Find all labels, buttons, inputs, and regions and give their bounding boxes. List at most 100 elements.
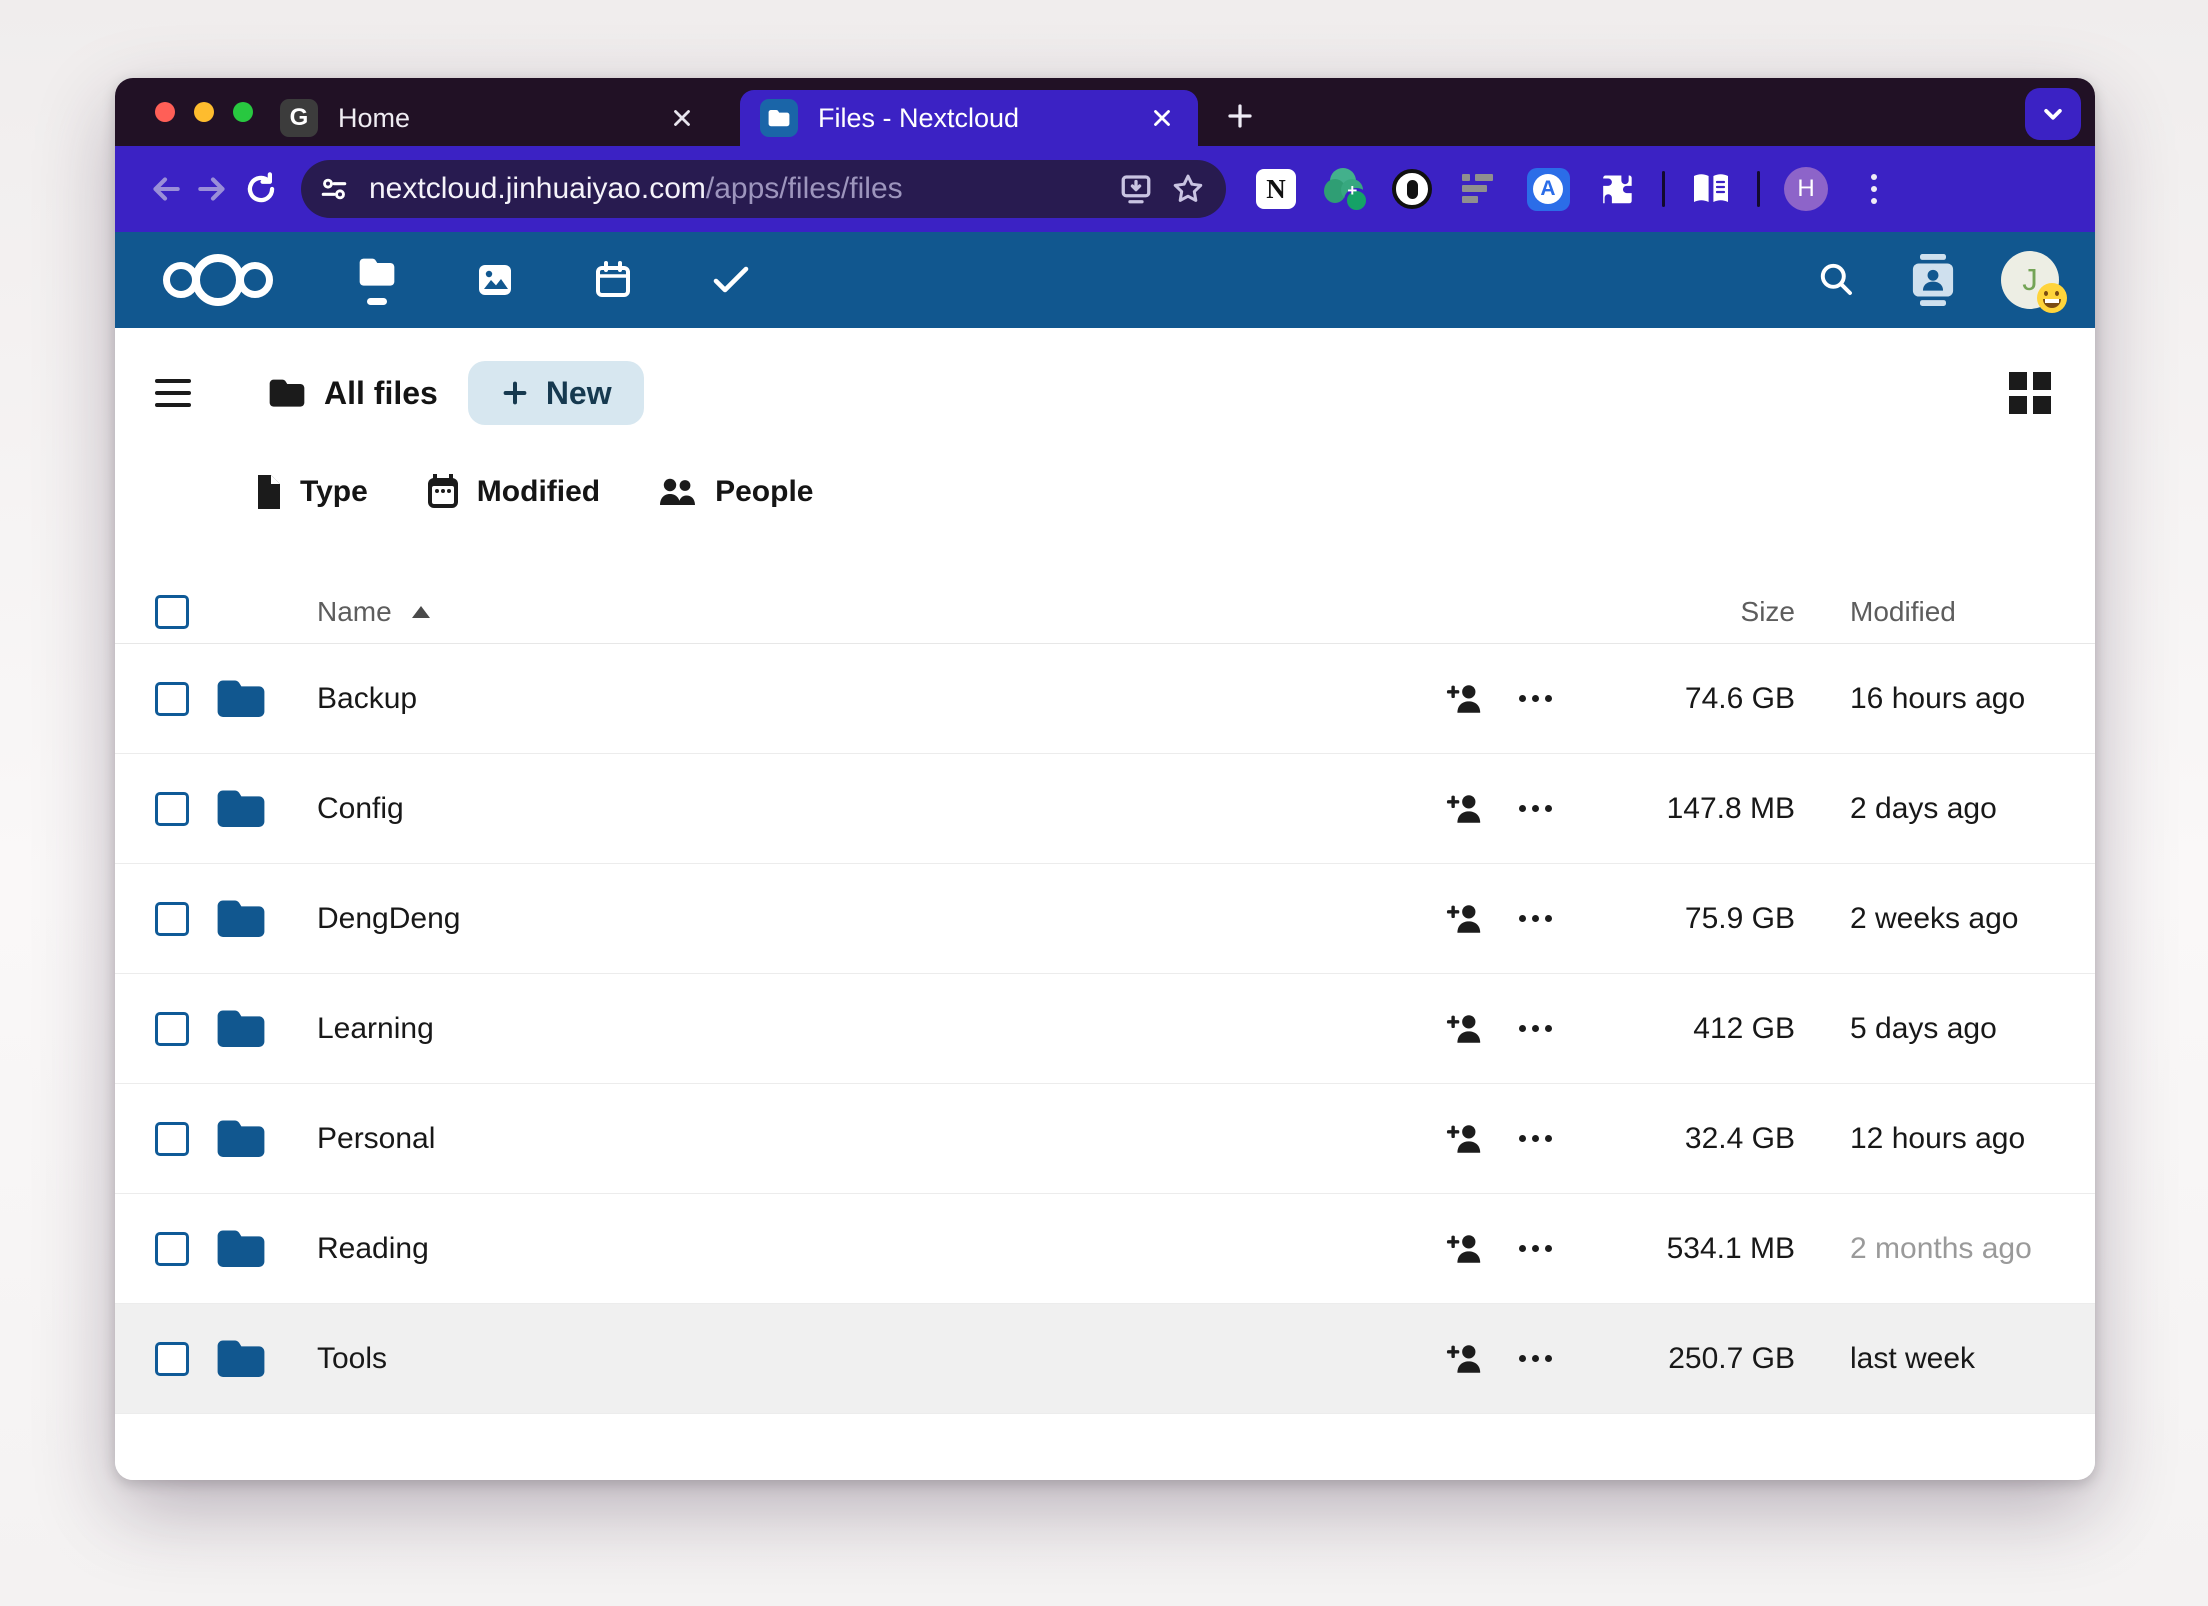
more-actions-icon[interactable] bbox=[1505, 669, 1565, 729]
files-app-content: All files New Type Modified People bbox=[115, 328, 2095, 1480]
app-files-icon[interactable] bbox=[349, 238, 405, 322]
column-header-modified[interactable]: Modified bbox=[1850, 596, 2055, 628]
column-header-size[interactable]: Size bbox=[1590, 596, 1795, 628]
install-app-icon[interactable] bbox=[1114, 167, 1158, 211]
user-avatar[interactable]: J bbox=[2001, 251, 2059, 309]
file-row[interactable]: Tools 250.7 GB last week bbox=[115, 1304, 2095, 1414]
more-actions-icon[interactable] bbox=[1505, 1329, 1565, 1389]
reading-list-icon[interactable] bbox=[1689, 167, 1733, 211]
more-actions-icon[interactable] bbox=[1505, 999, 1565, 1059]
files-toolbar: All files New bbox=[155, 354, 2055, 432]
file-row[interactable]: Reading 534.1 MB 2 months ago bbox=[115, 1194, 2095, 1304]
more-actions-icon[interactable] bbox=[1505, 1109, 1565, 1169]
app-photos-icon[interactable] bbox=[467, 238, 523, 322]
share-icon[interactable] bbox=[1435, 1329, 1495, 1389]
file-row[interactable]: Config 147.8 MB 2 days ago bbox=[115, 754, 2095, 864]
app-tasks-icon[interactable] bbox=[703, 238, 759, 322]
navigation-toggle-icon[interactable] bbox=[155, 371, 199, 415]
row-checkbox[interactable] bbox=[155, 682, 189, 716]
notion-extension-icon[interactable]: N bbox=[1254, 167, 1298, 211]
folder-icon bbox=[189, 1226, 293, 1271]
filter-type[interactable]: Type bbox=[255, 474, 368, 510]
list-bars-extension-icon[interactable] bbox=[1458, 167, 1502, 211]
column-header-name[interactable]: Name bbox=[293, 596, 1435, 628]
row-checkbox[interactable] bbox=[155, 1342, 189, 1376]
bookmark-star-icon[interactable] bbox=[1166, 167, 1210, 211]
tab-files-nextcloud[interactable]: Files - Nextcloud bbox=[740, 90, 1198, 146]
row-checkbox[interactable] bbox=[155, 902, 189, 936]
folder-icon bbox=[189, 896, 293, 941]
share-icon[interactable] bbox=[1435, 999, 1495, 1059]
close-window-button[interactable] bbox=[155, 102, 175, 122]
row-checkbox[interactable] bbox=[155, 792, 189, 826]
file-row[interactable]: Learning 412 GB 5 days ago bbox=[115, 974, 2095, 1084]
row-checkbox[interactable] bbox=[155, 1012, 189, 1046]
file-name[interactable]: Backup bbox=[293, 682, 1435, 716]
new-tab-button[interactable] bbox=[1214, 90, 1266, 142]
file-row[interactable]: DengDeng 75.9 GB 2 weeks ago bbox=[115, 864, 2095, 974]
filter-modified[interactable]: Modified bbox=[426, 474, 600, 510]
file-size: 250.7 GB bbox=[1590, 1342, 1795, 1376]
close-tab-icon[interactable] bbox=[1144, 100, 1180, 136]
tab-title: Home bbox=[338, 103, 664, 134]
tab-strip: G Home Files - Nextcloud bbox=[115, 78, 2095, 146]
translate-extension-icon[interactable]: A bbox=[1526, 167, 1570, 211]
share-icon[interactable] bbox=[1435, 779, 1495, 839]
row-checkbox[interactable] bbox=[155, 1122, 189, 1156]
file-name[interactable]: DengDeng bbox=[293, 902, 1435, 936]
address-bar[interactable]: nextcloud.jinhuaiyao.com/apps/files/file… bbox=[301, 160, 1226, 218]
tab-home[interactable]: G Home bbox=[260, 90, 718, 146]
more-actions-icon[interactable] bbox=[1505, 1219, 1565, 1279]
more-actions-icon[interactable] bbox=[1505, 779, 1565, 839]
tab-search-button[interactable] bbox=[2025, 88, 2081, 140]
search-icon[interactable] bbox=[1809, 252, 1865, 308]
forward-icon[interactable] bbox=[189, 165, 237, 213]
reload-icon[interactable] bbox=[237, 165, 285, 213]
file-size: 74.6 GB bbox=[1590, 682, 1795, 716]
url-text[interactable]: nextcloud.jinhuaiyao.com/apps/files/file… bbox=[369, 172, 1106, 206]
table-header: Name Size Modified bbox=[115, 580, 2095, 644]
file-size: 534.1 MB bbox=[1590, 1232, 1795, 1266]
extensions-row: N + A H bbox=[1254, 167, 1896, 211]
home-tab-favicon: G bbox=[280, 99, 318, 137]
zoom-window-button[interactable] bbox=[233, 102, 253, 122]
file-name[interactable]: Tools bbox=[293, 1342, 1435, 1376]
file-type-icon bbox=[255, 474, 283, 510]
breadcrumb[interactable]: All files bbox=[267, 375, 438, 412]
extensions-puzzle-icon[interactable] bbox=[1594, 167, 1638, 211]
file-row[interactable]: Personal 32.4 GB 12 hours ago bbox=[115, 1084, 2095, 1194]
browser-menu-icon[interactable] bbox=[1852, 167, 1896, 211]
plus-icon bbox=[500, 378, 530, 408]
file-modified: 16 hours ago bbox=[1850, 682, 2055, 716]
one-password-extension-icon[interactable] bbox=[1390, 167, 1434, 211]
share-icon[interactable] bbox=[1435, 669, 1495, 729]
file-name[interactable]: Learning bbox=[293, 1012, 1435, 1046]
new-button[interactable]: New bbox=[468, 361, 644, 425]
browser-profile-avatar[interactable]: H bbox=[1784, 167, 1828, 211]
share-icon[interactable] bbox=[1435, 889, 1495, 949]
all-files-folder-icon bbox=[267, 376, 307, 410]
file-modified: 12 hours ago bbox=[1850, 1122, 2055, 1156]
site-info-icon[interactable] bbox=[311, 166, 357, 212]
grid-view-toggle-icon[interactable] bbox=[2005, 368, 2055, 418]
file-name[interactable]: Config bbox=[293, 792, 1435, 826]
select-all-checkbox[interactable] bbox=[155, 595, 189, 629]
minimize-window-button[interactable] bbox=[194, 102, 214, 122]
share-icon[interactable] bbox=[1435, 1219, 1495, 1279]
file-modified: 2 weeks ago bbox=[1850, 902, 2055, 936]
app-calendar-icon[interactable] bbox=[585, 238, 641, 322]
contacts-icon[interactable] bbox=[1905, 252, 1961, 308]
back-icon[interactable] bbox=[141, 165, 189, 213]
nextcloud-logo[interactable] bbox=[163, 254, 273, 306]
green-cloud-extension-icon[interactable]: + bbox=[1322, 167, 1366, 211]
share-icon[interactable] bbox=[1435, 1109, 1495, 1169]
file-row[interactable]: Backup 74.6 GB 16 hours ago bbox=[115, 644, 2095, 754]
new-button-label: New bbox=[546, 375, 612, 412]
filter-people[interactable]: People bbox=[658, 475, 813, 509]
more-actions-icon[interactable] bbox=[1505, 889, 1565, 949]
file-name[interactable]: Reading bbox=[293, 1232, 1435, 1266]
close-tab-icon[interactable] bbox=[664, 100, 700, 136]
row-checkbox[interactable] bbox=[155, 1232, 189, 1266]
file-name[interactable]: Personal bbox=[293, 1122, 1435, 1156]
sort-ascending-icon bbox=[412, 606, 430, 618]
